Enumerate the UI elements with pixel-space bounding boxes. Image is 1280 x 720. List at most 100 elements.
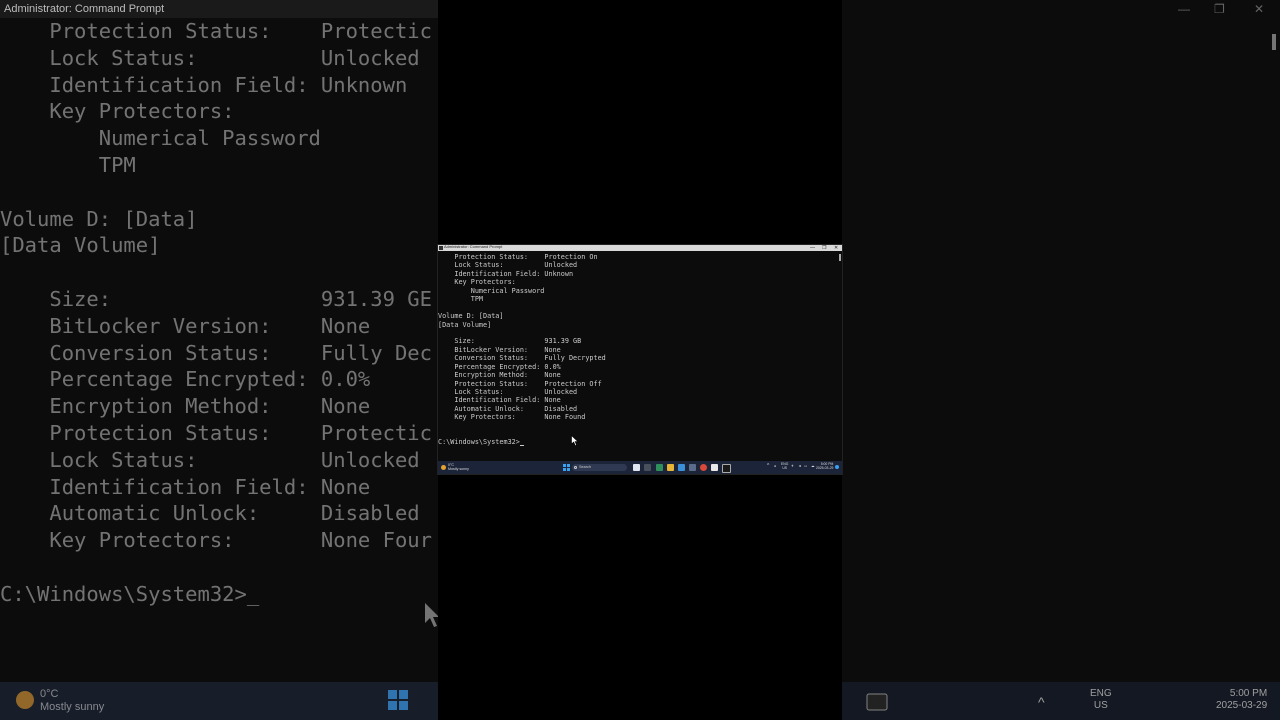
background-terminal-line: Lock Status: Unlocked bbox=[0, 447, 420, 472]
terminal-line: Identification Field: Unknown bbox=[438, 269, 574, 278]
terminal-output[interactable]: Protection Status: Protection On Lock St… bbox=[438, 253, 836, 430]
language-indicator[interactable]: ENG US bbox=[781, 462, 788, 470]
background-zoom-left: Administrator: Command Prompt Protection… bbox=[0, 0, 438, 720]
background-close-icon: ✕ bbox=[1254, 2, 1265, 16]
background-maximize-icon: ❐ bbox=[1214, 2, 1225, 16]
app-icon[interactable] bbox=[644, 464, 651, 471]
sun-icon bbox=[16, 691, 34, 709]
background-terminal-line: Identification Field: None bbox=[0, 474, 371, 499]
background-terminal-line: Protection Status: Protectic bbox=[0, 420, 432, 445]
terminal-line: Key Protectors: bbox=[438, 278, 516, 287]
background-terminal-line: [Data Volume] bbox=[0, 233, 161, 258]
background-terminal-line: Automatic Unlock: Disabled bbox=[0, 501, 420, 526]
terminal-taskbar-icon[interactable] bbox=[722, 464, 731, 473]
background-terminal-line: Percentage Encrypted: 0.0% bbox=[0, 367, 371, 392]
background-weather-desc: Mostly sunny bbox=[40, 701, 105, 713]
background-zoom-right: — ❐ ✕ bbox=[842, 0, 1280, 720]
maximize-button[interactable]: ❐ bbox=[822, 245, 826, 251]
terminal-line: BitLocker Version: None bbox=[438, 345, 561, 354]
letterbox-top bbox=[438, 0, 842, 245]
background-terminal-line: Size: 931.39 GE bbox=[0, 286, 432, 311]
settings-icon[interactable] bbox=[689, 464, 696, 471]
terminal-line: Lock Status: Unlocked bbox=[438, 261, 578, 270]
background-terminal-line: Protection Status: Protectic bbox=[0, 19, 432, 43]
background-terminal-taskbar-icon bbox=[866, 693, 888, 711]
terminal-prompt-line[interactable]: C:\Windows\System32> bbox=[438, 438, 836, 447]
terminal-line: Volume D: [Data] bbox=[438, 312, 504, 321]
command-prompt-window[interactable]: Administrator: Command Prompt — ❐ ✕ Prot… bbox=[438, 244, 842, 474]
terminal-line: Key Protectors: None Found bbox=[438, 413, 586, 422]
network-icon[interactable]: ✈ bbox=[791, 464, 794, 468]
background-minimize-icon: — bbox=[1178, 2, 1190, 16]
terminal-line: Identification Field: None bbox=[438, 396, 561, 405]
background-scrollbar-thumb bbox=[1272, 34, 1276, 50]
background-system-tray: ^ ENG US 5:00 PM 2025-03-29 bbox=[842, 682, 1280, 720]
terminal-line: Automatic Unlock: Disabled bbox=[438, 404, 578, 413]
search-placeholder: Search bbox=[579, 465, 592, 469]
title-bar[interactable]: Administrator: Command Prompt — ❐ ✕ bbox=[438, 244, 842, 251]
mouse-cursor-icon bbox=[571, 435, 579, 447]
background-terminal-line: C:\Windows\System32>_ bbox=[0, 581, 260, 606]
notification-icon[interactable] bbox=[835, 465, 839, 469]
terminal-line: Lock Status: Unlocked bbox=[438, 388, 578, 396]
sun-icon bbox=[441, 465, 446, 470]
taskbar: 0°C Mostly sunny Search ^ ● ENG US ✈ ◄ ▭… bbox=[438, 461, 842, 474]
background-terminal-line: TPM bbox=[0, 152, 136, 177]
search-box[interactable]: Search bbox=[572, 464, 627, 471]
terminal-line: Protection Status: Protection Off bbox=[438, 379, 602, 388]
background-weather-temp: 0°C bbox=[40, 688, 59, 700]
search-icon bbox=[574, 466, 577, 469]
prompt-text: C:\Windows\System32> bbox=[438, 438, 520, 446]
background-terminal-line: Identification Field: Unknown bbox=[0, 72, 408, 97]
store-icon[interactable] bbox=[678, 464, 685, 471]
background-window-title: Administrator: Command Prompt bbox=[0, 0, 438, 18]
background-mouse-cursor-icon bbox=[425, 603, 438, 627]
background-chevron-up-icon: ^ bbox=[1038, 694, 1045, 710]
task-view-icon[interactable] bbox=[633, 464, 640, 471]
terminal-line: Size: 931.39 GB bbox=[438, 337, 582, 346]
terminal-line: Numerical Password bbox=[438, 286, 545, 295]
background-terminal-line: Encryption Method: None bbox=[0, 394, 371, 419]
close-button[interactable]: ✕ bbox=[834, 245, 838, 251]
background-windows-start-icon bbox=[388, 690, 408, 710]
background-terminal-line: Volume D: [Data] bbox=[0, 206, 198, 231]
background-clock: 5:00 PM 2025-03-29 bbox=[1216, 688, 1268, 711]
clock[interactable]: 5:00 PM 2025-03-29 bbox=[816, 462, 833, 470]
background-terminal-line: Numerical Password bbox=[0, 126, 321, 151]
weather-desc: Mostly sunny bbox=[448, 467, 469, 472]
background-terminal-line: BitLocker Version: None bbox=[0, 313, 371, 338]
scrollbar-thumb[interactable] bbox=[839, 254, 841, 261]
terminal-line: TPM bbox=[438, 295, 484, 304]
terminal-line: Percentage Encrypted: 0.0% bbox=[438, 362, 561, 371]
background-terminal-line bbox=[0, 179, 438, 206]
volume-icon[interactable]: ◄ bbox=[798, 464, 801, 468]
background-language-indicator: ENG US bbox=[1090, 688, 1112, 711]
terminal-line: Protection Status: Protection On bbox=[438, 253, 598, 261]
terminal-line: [Data Volume] bbox=[438, 320, 492, 329]
file-explorer-icon[interactable] bbox=[667, 464, 674, 471]
battery-icon[interactable]: ▭ bbox=[804, 464, 807, 468]
letterbox-bottom bbox=[438, 474, 842, 720]
window-title: Administrator: Command Prompt bbox=[444, 244, 503, 249]
browser-icon[interactable] bbox=[656, 464, 663, 471]
background-terminal-line: Conversion Status: Fully Dec bbox=[0, 340, 432, 365]
background-terminal-line bbox=[0, 554, 438, 581]
background-terminal-text: Protection Status: Protectic Lock Status… bbox=[0, 18, 438, 608]
start-button[interactable] bbox=[563, 464, 570, 471]
text-caret bbox=[519, 445, 524, 447]
minimize-button[interactable]: — bbox=[810, 245, 815, 251]
background-terminal-line: Key Protectors: None Four bbox=[0, 528, 432, 553]
notepad-icon[interactable] bbox=[711, 464, 718, 471]
background-terminal-line bbox=[0, 259, 438, 286]
background-terminal-line: Key Protectors: bbox=[0, 99, 235, 124]
terminal-line: Encryption Method: None bbox=[438, 371, 561, 380]
terminal-line: Conversion Status: Fully Decrypted bbox=[438, 354, 606, 363]
cloud-icon[interactable]: ☁ bbox=[811, 464, 814, 468]
microphone-icon[interactable]: ● bbox=[774, 464, 776, 468]
cmd-icon bbox=[439, 246, 443, 250]
chevron-up-icon[interactable]: ^ bbox=[767, 463, 769, 469]
chrome-icon[interactable] bbox=[700, 464, 707, 471]
